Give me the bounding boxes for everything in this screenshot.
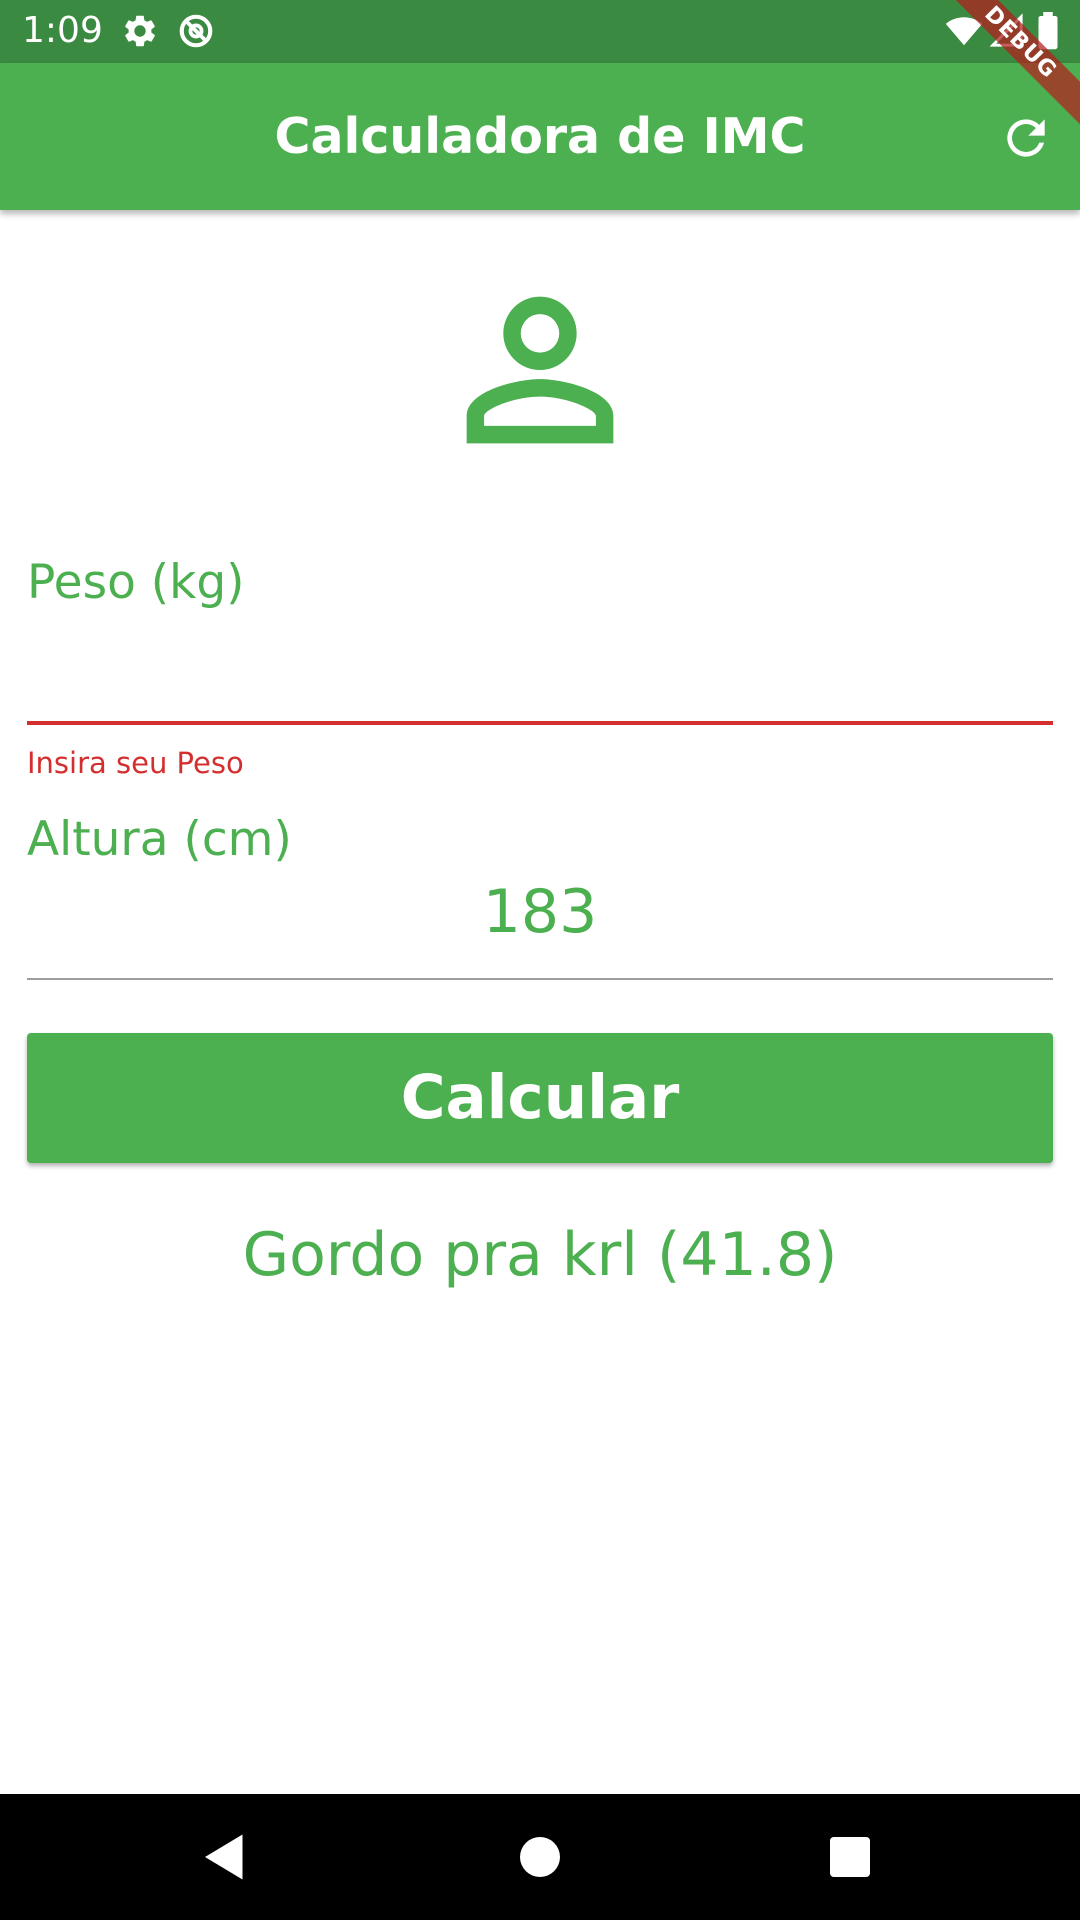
weight-underline: [27, 721, 1053, 725]
status-bar: 1:09: [0, 0, 1080, 63]
height-label: Altura (cm): [27, 812, 292, 867]
refresh-icon: [1007, 119, 1045, 157]
at-sign-icon: [177, 12, 215, 50]
weight-label: Peso (kg): [27, 555, 245, 610]
app-bar: Calculadora de IMC: [0, 63, 1080, 210]
weight-input[interactable]: [27, 635, 1053, 715]
status-time: 1:09: [22, 10, 103, 51]
recents-icon[interactable]: [820, 1827, 880, 1887]
gear-icon: [121, 12, 159, 50]
person-outline-icon: [430, 260, 650, 480]
height-input[interactable]: 183: [27, 872, 1053, 952]
screen: 1:09 Calculadora de IMC DEBUG Peso (kg): [0, 0, 1080, 1920]
weight-error-text: Insira seu Peso: [27, 746, 244, 780]
back-icon[interactable]: [195, 1827, 255, 1887]
height-underline: [27, 978, 1053, 980]
navigation-bar: [0, 1794, 1080, 1920]
calculate-button[interactable]: Calcular: [27, 1033, 1053, 1163]
page-title: Calculadora de IMC: [274, 108, 806, 165]
home-icon[interactable]: [510, 1827, 570, 1887]
result-text: Gordo pra krl (41.8): [242, 1220, 838, 1290]
refresh-button[interactable]: [998, 110, 1054, 166]
